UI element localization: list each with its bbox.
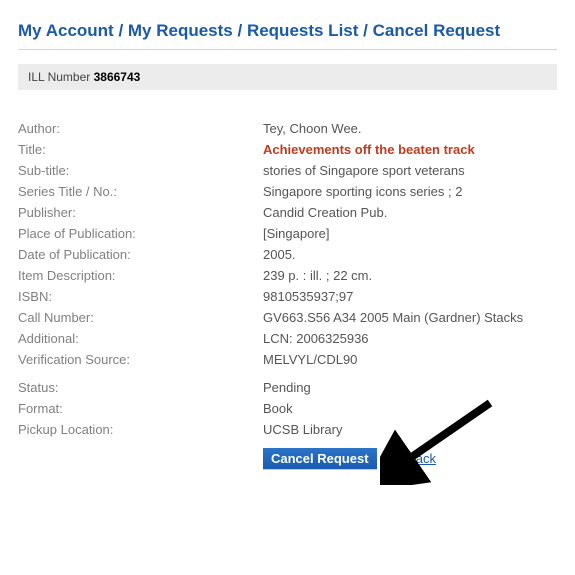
value-pickup: UCSB Library [263, 419, 557, 440]
row-itemdesc: Item Description: 239 p. : ill. ; 22 cm. [18, 265, 557, 286]
label-additional: Additional: [18, 328, 263, 349]
value-callnum: GV663.S56 A34 2005 Main (Gardner) Stacks [263, 307, 557, 328]
crumb-requests-list[interactable]: Requests List [247, 21, 358, 40]
row-verif: Verification Source: MELVYL/CDL90 [18, 349, 557, 370]
crumb-sep: / [233, 21, 247, 40]
ill-number-label: ILL Number [28, 70, 90, 84]
label-itemdesc: Item Description: [18, 265, 263, 286]
crumb-cancel-request: Cancel Request [373, 21, 501, 40]
value-title: Achievements off the beaten track [263, 139, 557, 160]
value-publisher: Candid Creation Pub. [263, 202, 557, 223]
label-author: Author: [18, 118, 263, 139]
go-back-link[interactable]: Go Back [386, 451, 436, 466]
row-subtitle: Sub-title: stories of Singapore sport ve… [18, 160, 557, 181]
ill-number-bar: ILL Number 3866743 [18, 64, 557, 90]
value-isbn: 9810535937;97 [263, 286, 557, 307]
row-series: Series Title / No.: Singapore sporting i… [18, 181, 557, 202]
label-pickup: Pickup Location: [18, 419, 263, 440]
label-title: Title: [18, 139, 263, 160]
value-author: Tey, Choon Wee. [263, 118, 557, 139]
row-title: Title: Achievements off the beaten track [18, 139, 557, 160]
crumb-my-account[interactable]: My Account [18, 21, 114, 40]
label-date: Date of Publication: [18, 244, 263, 265]
cancel-request-button[interactable]: Cancel Request [263, 448, 377, 469]
value-verif: MELVYL/CDL90 [263, 349, 557, 370]
label-status: Status: [18, 370, 263, 398]
row-publisher: Publisher: Candid Creation Pub. [18, 202, 557, 223]
row-callnum: Call Number: GV663.S56 A34 2005 Main (Ga… [18, 307, 557, 328]
label-callnum: Call Number: [18, 307, 263, 328]
label-verif: Verification Source: [18, 349, 263, 370]
actions-row: Cancel Request Go Back [18, 448, 557, 469]
value-subtitle: stories of Singapore sport veterans [263, 160, 557, 181]
value-place: [Singapore] [263, 223, 557, 244]
row-isbn: ISBN: 9810535937;97 [18, 286, 557, 307]
label-place: Place of Publication: [18, 223, 263, 244]
crumb-sep: / [114, 21, 128, 40]
details-table: Author: Tey, Choon Wee. Title: Achieveme… [18, 118, 557, 440]
breadcrumb: My Account / My Requests / Requests List… [18, 18, 557, 49]
divider [18, 49, 557, 50]
crumb-my-requests[interactable]: My Requests [128, 21, 233, 40]
row-place: Place of Publication: [Singapore] [18, 223, 557, 244]
value-additional: LCN: 2006325936 [263, 328, 557, 349]
row-date: Date of Publication: 2005. [18, 244, 557, 265]
label-isbn: ISBN: [18, 286, 263, 307]
label-subtitle: Sub-title: [18, 160, 263, 181]
value-itemdesc: 239 p. : ill. ; 22 cm. [263, 265, 557, 286]
value-series: Singapore sporting icons series ; 2 [263, 181, 557, 202]
row-format: Format: Book [18, 398, 557, 419]
crumb-sep: / [358, 21, 372, 40]
row-author: Author: Tey, Choon Wee. [18, 118, 557, 139]
row-pickup: Pickup Location: UCSB Library [18, 419, 557, 440]
value-status: Pending [263, 370, 557, 398]
label-format: Format: [18, 398, 263, 419]
row-additional: Additional: LCN: 2006325936 [18, 328, 557, 349]
value-date: 2005. [263, 244, 557, 265]
value-format: Book [263, 398, 557, 419]
row-status: Status: Pending [18, 370, 557, 398]
label-series: Series Title / No.: [18, 181, 263, 202]
ill-number-value: 3866743 [94, 70, 141, 84]
label-publisher: Publisher: [18, 202, 263, 223]
